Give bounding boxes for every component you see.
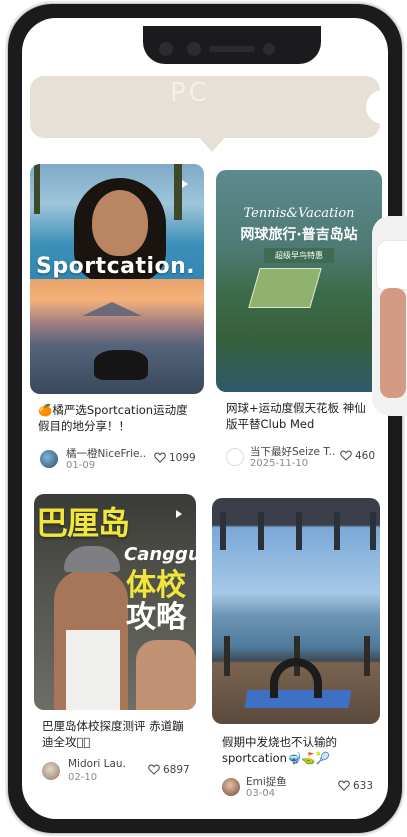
avatar[interactable] [226, 448, 244, 466]
post-date: 2025-11-10 [250, 458, 309, 469]
like-button[interactable]: 6897 [148, 764, 190, 776]
note-cover-image[interactable]: Sportcation. [30, 164, 204, 394]
sensor-icon [187, 42, 201, 56]
speaker-grille [209, 46, 255, 52]
author-name[interactable]: Emi捉鱼 [246, 774, 316, 789]
heart-icon [148, 764, 160, 775]
note-title[interactable]: 假期中发烧也不认输的sportcation🤿⛳🎾 [222, 734, 376, 766]
horse-rider-silhouette [94, 350, 148, 380]
note-cover-image[interactable]: 巴厘岛 Canggu 体校 攻略 [34, 494, 196, 710]
like-count: 1099 [169, 452, 196, 464]
author-name[interactable]: Midori Lau. [68, 758, 148, 770]
note-title[interactable]: 巴厘岛体校探度测评 赤道蹦迪全攻略🏻 [42, 718, 194, 750]
note-card[interactable]: 假期中发烧也不认输的sportcation🤿⛳🎾 Emi捉鱼 03-04 633 [212, 498, 386, 808]
screen: PC Sportcation. 🍊橘严选Sportcation运动度假目的地分享… [22, 18, 388, 819]
post-date: 01-09 [66, 460, 96, 471]
post-date: 03-04 [246, 788, 276, 799]
cover-line: 攻略 [126, 600, 186, 635]
avatar[interactable] [42, 762, 60, 780]
top-banner[interactable]: PC [30, 76, 388, 152]
avatar[interactable] [40, 450, 58, 468]
note-title[interactable]: 网球+运动度假天花板 神仙版平替Club Med [226, 400, 376, 432]
front-camera-icon [263, 43, 275, 55]
heart-icon [154, 452, 166, 463]
cover-line: 体校 [126, 568, 186, 603]
note-card[interactable]: 巴厘岛 Canggu 体校 攻略 巴厘岛体校探度测评 赤道蹦迪全攻略🏻 Mido… [34, 494, 204, 804]
banner-pointer [198, 136, 226, 152]
side-shirt [376, 240, 407, 290]
cover-title-cn: 网球旅行·普吉岛站 [240, 227, 358, 243]
banner-watermark: PC [170, 78, 210, 108]
like-count: 633 [353, 780, 374, 792]
like-button[interactable]: 633 [338, 780, 373, 792]
like-button[interactable]: 1099 [154, 452, 196, 464]
camera-icon [159, 42, 173, 56]
cover-text: Sportcation. [36, 254, 196, 279]
note-card[interactable]: Tennis&Vacation 网球旅行·普吉岛站 超级早鸟特惠 网球+运动度假… [216, 170, 386, 486]
note-title[interactable]: 🍊橘严选Sportcation运动度假目的地分享！！ [38, 402, 198, 434]
notch [143, 26, 321, 64]
banner-toggle-button[interactable] [366, 90, 388, 124]
cover-subtitle: 超级早鸟特惠 [264, 248, 334, 263]
avatar[interactable] [222, 778, 240, 796]
cover-title: 巴厘岛 [36, 504, 130, 542]
like-count: 6897 [163, 764, 190, 776]
cover-title-en: Tennis&Vacation [243, 206, 355, 221]
phone-frame: PC Sportcation. 🍊橘严选Sportcation运动度假目的地分享… [8, 4, 402, 833]
cover-subtitle: Canggu [124, 544, 196, 565]
like-count: 460 [355, 450, 376, 462]
note-cover-image[interactable]: Tennis&Vacation 网球旅行·普吉岛站 超级早鸟特惠 [216, 170, 382, 392]
note-cover-image[interactable] [212, 498, 380, 724]
like-button[interactable]: 460 [340, 450, 375, 462]
post-date: 02-10 [68, 772, 98, 783]
side-arm [380, 288, 406, 398]
heart-icon [340, 450, 352, 461]
author-name[interactable]: 橘一橙NiceFrie.. [66, 446, 152, 461]
video-play-icon [176, 510, 182, 518]
heart-icon [338, 780, 350, 791]
note-card[interactable]: Sportcation. 🍊橘严选Sportcation运动度假目的地分享！！ … [30, 164, 206, 484]
author-name[interactable]: 当下最好Seize T... [250, 444, 336, 459]
video-play-icon [182, 180, 188, 188]
